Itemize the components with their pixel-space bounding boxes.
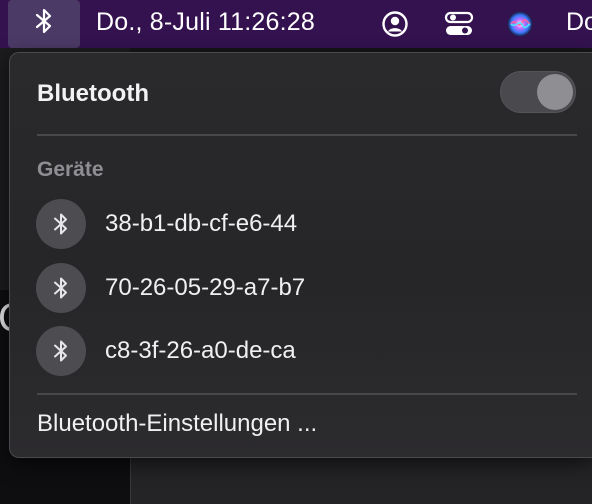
- control-center-icon[interactable]: [444, 9, 474, 39]
- menubar-truncated-item[interactable]: Do: [566, 8, 592, 37]
- divider: [37, 393, 577, 395]
- menu-bar: Do., 8-Juli 11:26:28 Do: [0, 0, 592, 48]
- bluetooth-settings-menu-item[interactable]: Bluetooth-Einstellungen ...: [37, 410, 317, 438]
- bluetooth-toggle[interactable]: [500, 71, 576, 113]
- device-label: c8-3f-26-a0-de-ca: [105, 337, 296, 364]
- device-item[interactable]: c8-3f-26-a0-de-ca: [36, 325, 576, 377]
- device-item[interactable]: 38-b1-db-cf-e6-44: [36, 198, 576, 250]
- bluetooth-icon: [36, 326, 86, 376]
- user-icon[interactable]: [380, 9, 410, 39]
- menubar-bluetooth-button[interactable]: [8, 0, 80, 48]
- devices-section-label: Geräte: [37, 158, 104, 181]
- device-label: 70-26-05-29-a7-b7: [105, 274, 306, 301]
- device-label: 38-b1-db-cf-e6-44: [105, 210, 298, 237]
- bluetooth-popover: Bluetooth Geräte 38-b1-db-cf-e6-44 70-26…: [9, 52, 592, 458]
- bluetooth-icon: [36, 199, 86, 249]
- toggle-knob: [537, 74, 573, 110]
- bluetooth-icon: [36, 263, 86, 313]
- menubar-clock[interactable]: Do., 8-Juli 11:26:28: [96, 8, 315, 37]
- divider: [37, 134, 577, 136]
- device-item[interactable]: 70-26-05-29-a7-b7: [36, 262, 576, 314]
- popover-title: Bluetooth: [37, 80, 149, 107]
- bluetooth-icon: [33, 7, 55, 42]
- siri-icon[interactable]: [505, 9, 535, 39]
